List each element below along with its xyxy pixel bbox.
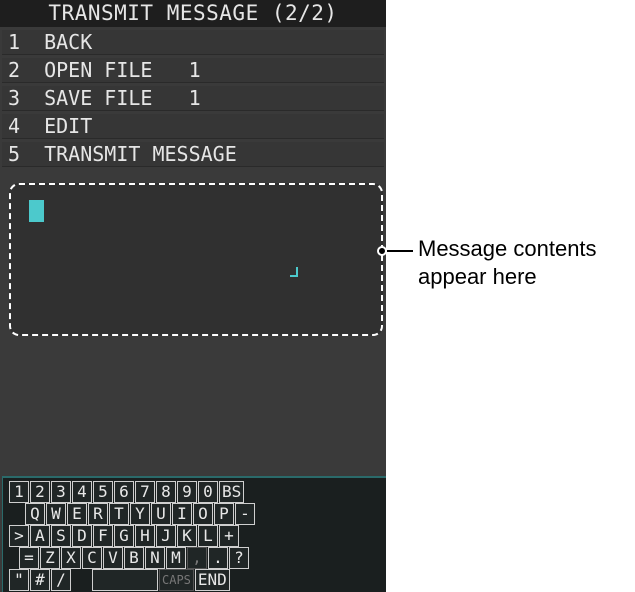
key-period[interactable]: . [208,547,228,569]
key-plus[interactable]: + [219,525,239,547]
menu-item-label: TRANSMIT MESSAGE [44,142,237,166]
menu-item-label: EDIT [44,114,93,138]
menu-item-edit[interactable]: 4 EDIT [2,114,384,139]
menu-item-label: OPEN FILE 1 [44,58,201,82]
menu-item-number: 3 [8,86,21,110]
key-s[interactable]: S [51,525,71,547]
key-5[interactable]: 5 [93,481,113,503]
key-equals[interactable]: = [19,547,39,569]
key-hash[interactable]: # [30,569,50,591]
callout-line-2: appear here [418,264,537,289]
key-n[interactable]: N [145,547,165,569]
key-f[interactable]: F [93,525,113,547]
key-w[interactable]: W [46,503,66,525]
key-b[interactable]: B [124,547,144,569]
key-x[interactable]: X [61,547,81,569]
key-j[interactable]: J [156,525,176,547]
key-quote[interactable]: " [9,569,29,591]
key-a[interactable]: A [30,525,50,547]
key-l[interactable]: L [198,525,218,547]
menu-item-number: 5 [8,142,21,166]
keyboard-row-1: 1 2 3 4 5 6 7 8 9 0 BS [9,481,245,503]
key-slash[interactable]: / [51,569,71,591]
key-m[interactable]: M [166,547,186,569]
key-h[interactable]: H [135,525,155,547]
key-i[interactable]: I [172,503,192,525]
key-o[interactable]: O [193,503,213,525]
callout-leader-line [387,250,413,252]
key-greater-than[interactable]: > [9,525,29,547]
key-1[interactable]: 1 [9,481,29,503]
message-content-area[interactable] [9,183,383,336]
key-q[interactable]: Q [25,503,45,525]
keyboard-row-3: > A S D F G H J K L + [9,525,240,547]
menu-item-number: 2 [8,58,21,82]
key-minus[interactable]: - [235,503,255,525]
keyboard-row-5: " # / CAPS END [9,569,231,591]
menu-item-save-file[interactable]: 3 SAVE FILE 1 [2,86,384,111]
text-cursor [29,200,44,222]
key-7[interactable]: 7 [135,481,155,503]
menu-item-transmit-message[interactable]: 5 TRANSMIT MESSAGE [2,142,384,167]
key-g[interactable]: G [114,525,134,547]
key-r[interactable]: R [88,503,108,525]
callout-line-1: Message contents [418,236,597,261]
key-c[interactable]: C [82,547,102,569]
soft-keyboard: 1 2 3 4 5 6 7 8 9 0 BS Q W E R T Y U I O… [2,476,386,592]
menu-item-number: 4 [8,114,21,138]
display-screen: TRANSMIT MESSAGE (2/2) 1 BACK 2 OPEN FIL… [0,0,386,592]
key-question[interactable]: ? [229,547,249,569]
menu-item-number: 1 [8,30,21,54]
key-9[interactable]: 9 [177,481,197,503]
key-0[interactable]: 0 [198,481,218,503]
key-4[interactable]: 4 [72,481,92,503]
key-t[interactable]: T [109,503,129,525]
key-z[interactable]: Z [40,547,60,569]
menu-item-label: SAVE FILE 1 [44,86,201,110]
menu-item-open-file[interactable]: 2 OPEN FILE 1 [2,58,384,83]
key-k[interactable]: K [177,525,197,547]
end-of-text-marker [290,267,298,277]
key-2[interactable]: 2 [30,481,50,503]
key-comma[interactable]: , [187,547,207,569]
keyboard-row-4: = Z X C V B N M , . ? [19,547,250,569]
key-3[interactable]: 3 [51,481,71,503]
key-d[interactable]: D [72,525,92,547]
key-8[interactable]: 8 [156,481,176,503]
key-backspace[interactable]: BS [219,481,245,503]
key-end[interactable]: END [194,569,230,591]
window-title: TRANSMIT MESSAGE (2/2) [0,0,386,27]
key-v[interactable]: V [103,547,123,569]
key-space[interactable] [92,569,158,591]
callout-label: Message contents appear here [418,235,597,291]
key-caps[interactable]: CAPS [159,569,194,591]
key-u[interactable]: U [151,503,171,525]
menu-item-back[interactable]: 1 BACK [2,30,384,55]
menu-item-label: BACK [44,30,93,54]
key-p[interactable]: P [214,503,234,525]
callout-dot [377,246,387,256]
key-6[interactable]: 6 [114,481,134,503]
keyboard-row-2: Q W E R T Y U I O P - [25,503,256,525]
key-e[interactable]: E [67,503,87,525]
key-y[interactable]: Y [130,503,150,525]
